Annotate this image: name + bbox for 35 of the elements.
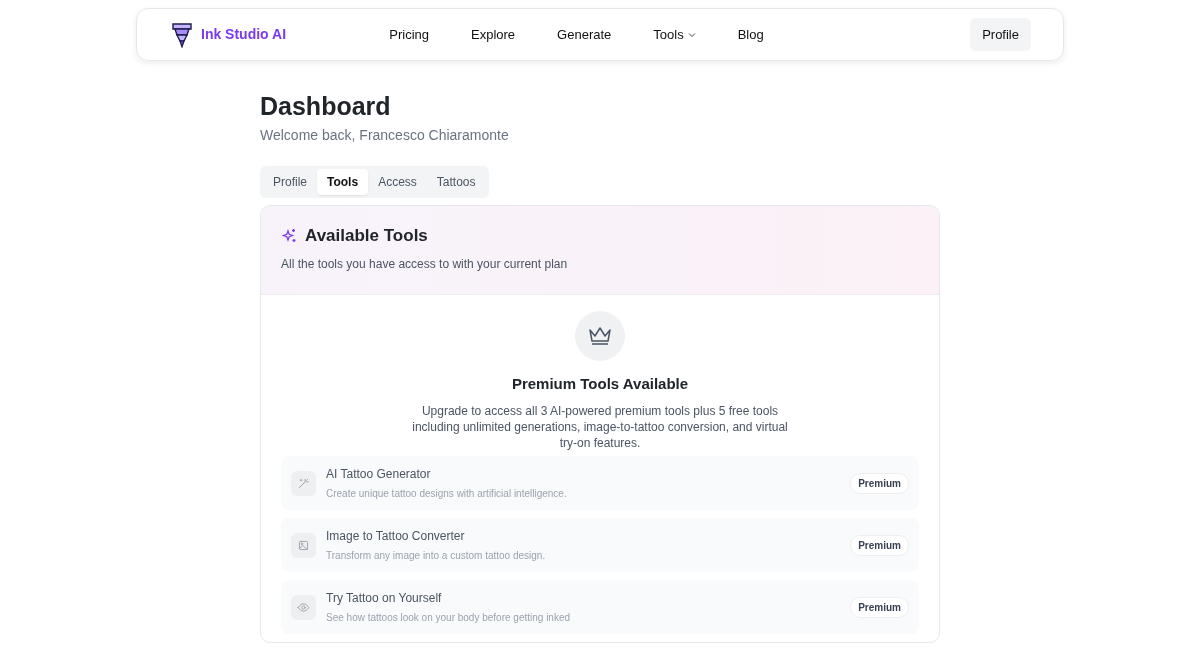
tool-description: Transform any image into a custom tattoo design.	[326, 549, 547, 563]
tool-item[interactable]: AI Tattoo Generator Create unique tattoo designs with artificial intelligence. Premium	[281, 456, 919, 510]
wand-icon	[297, 476, 310, 490]
brand-link[interactable]: Ink Studio AI	[201, 24, 287, 45]
nav-link[interactable]: Tools	[653, 24, 696, 45]
tool-item[interactable]: Image to Tattoo Converter Transform any image into a custom tattoo design. Premium	[281, 518, 919, 572]
eye-icon	[297, 600, 310, 614]
image-icon	[297, 538, 310, 552]
nav-link[interactable]: Explore	[471, 24, 516, 45]
tool-description: Create unique tattoo designs with artificial intelligence.	[326, 487, 568, 501]
tab[interactable]: Tools	[317, 169, 369, 195]
sparkles-icon	[281, 227, 297, 244]
tool-name: AI Tattoo Generator	[326, 466, 432, 483]
page-title: Dashboard	[260, 91, 392, 121]
crown-icon	[588, 325, 612, 346]
nav-link[interactable]: Pricing	[389, 24, 429, 45]
tab[interactable]: Tattoos	[426, 169, 486, 195]
tab[interactable]: Access	[368, 169, 427, 195]
nav-link[interactable]: Generate	[557, 24, 612, 45]
upgrade-text: Upgrade to access all 3 AI-powered premium tools plus 5 free tools including unlimited generations, image-to-tattoo conversion, and virtual try-on features.	[411, 403, 789, 451]
tool-item[interactable]: Try Tattoo on Yourself See how tattoos look on your body before getting inked Premium	[281, 580, 919, 634]
tool-name: Try Tattoo on Yourself	[326, 590, 443, 607]
premium-label: Premium	[850, 534, 909, 556]
premium-label: Premium	[850, 596, 909, 618]
upgrade-heading: Premium Tools Available	[510, 373, 690, 394]
tab[interactable]: Profile	[263, 169, 317, 195]
card-title: Available Tools	[305, 225, 428, 247]
tool-name: Image to Tattoo Converter	[326, 528, 466, 545]
tool-description: See how tattoos look on your body before getting inked	[326, 611, 572, 625]
welcome-text: Welcome back, Francesco Chiaramonte	[260, 126, 510, 145]
logo-icon	[171, 21, 193, 48]
nav-link[interactable]: Blog	[737, 24, 764, 45]
premium-label: Premium	[850, 472, 909, 494]
card-subtitle: All the tools you have access to with your current plan	[281, 255, 569, 273]
profile-button[interactable]: Profile	[970, 17, 1031, 52]
